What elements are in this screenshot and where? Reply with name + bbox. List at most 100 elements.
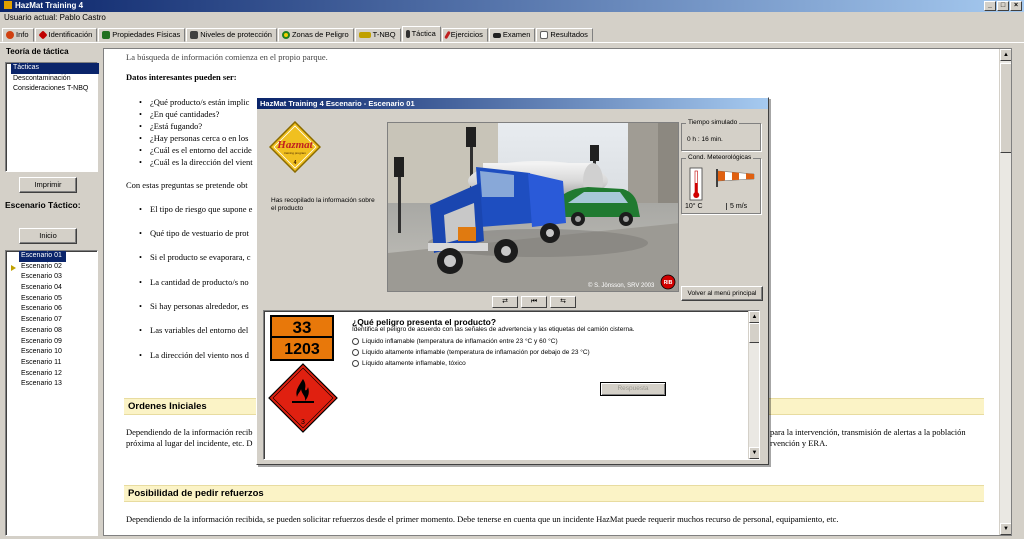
- teoria-list[interactable]: Tácticas Descontaminación Consideracione…: [5, 62, 99, 172]
- tab-ejercicios[interactable]: Ejercicios: [441, 28, 488, 42]
- tab-resultados[interactable]: Resultados: [536, 28, 593, 42]
- placard-class: 3: [301, 419, 305, 426]
- logo-text: Hazmat: [276, 139, 313, 151]
- tab-examen[interactable]: Examen: [488, 28, 536, 42]
- volver-menu-button[interactable]: Volver al menú principal: [681, 286, 763, 301]
- list-item: ¿Hay personas cerca o en los: [139, 133, 248, 143]
- list-item-escenario[interactable]: Escenario 01: [19, 251, 66, 262]
- list-item: Qué tipo de vestuario de prot: [139, 228, 249, 238]
- rotate-left-button[interactable]: ⇄: [492, 296, 518, 308]
- time-label: Tiempo simulado: [686, 119, 740, 126]
- rib-logo: RIB: [664, 280, 673, 286]
- scroll-up-button[interactable]: ▲: [1000, 49, 1011, 61]
- radio-button[interactable]: [352, 349, 359, 356]
- con-estas-text: Con estas preguntas se pretende obt: [126, 180, 248, 190]
- scroll-down-button[interactable]: ▼: [749, 447, 759, 459]
- list-item-escenario[interactable]: Escenario 03: [6, 272, 97, 283]
- window-titlebar: HazMat Training 4 _ □ ×: [0, 0, 1024, 12]
- radio-button[interactable]: [352, 338, 359, 345]
- radio-button[interactable]: [352, 360, 359, 367]
- tab-identificacion[interactable]: Identificación: [34, 28, 98, 42]
- truck-icon: [358, 32, 371, 38]
- weather-group: Cond. Meteorológicas 10° C 5 m/s: [681, 154, 761, 214]
- list-item-escenario[interactable]: Escenario 02: [6, 262, 97, 273]
- list-item: El tipo de riesgo que supone e: [139, 204, 253, 214]
- dialog-top-panel: Hazmat training program 4 Has recopilado…: [259, 110, 766, 308]
- tab-divider: [0, 42, 1024, 43]
- cap-icon: [492, 32, 501, 38]
- reset-view-button[interactable]: ⏮: [521, 296, 547, 308]
- pencil-icon: [443, 30, 451, 40]
- tab-niveles-proteccion[interactable]: Niveles de protección: [186, 28, 277, 42]
- list-item-escenario[interactable]: Escenario 06: [6, 304, 97, 315]
- current-user: Usuario actual: Pablo Castro: [4, 13, 106, 22]
- list-item: ¿Cuál es la dirección del vient: [139, 157, 253, 167]
- copyright-text: © S. Jönsson, SRV 2003: [588, 282, 655, 289]
- inicio-button[interactable]: Inicio: [19, 228, 77, 244]
- answer-option[interactable]: Líquido altamente inflamable (temperatur…: [352, 349, 590, 356]
- list-item-escenario[interactable]: Escenario 11: [6, 358, 97, 369]
- list-item-escenario[interactable]: Escenario 05: [6, 294, 97, 305]
- question-scrollbar[interactable]: ▲ ▼: [748, 311, 759, 459]
- info-message: Has recopilado la información sobre el p…: [271, 197, 375, 212]
- diamond-icon: [37, 30, 48, 40]
- list-item-descontaminacion[interactable]: Descontaminación: [6, 74, 97, 85]
- scroll-down-button[interactable]: ▼: [1000, 523, 1011, 535]
- scroll-thumb[interactable]: [1000, 63, 1011, 153]
- doc-scrollbar[interactable]: ▲ ▼: [999, 49, 1011, 535]
- list-item-escenario[interactable]: Escenario 04: [6, 283, 97, 294]
- tab-propiedades-fisicas[interactable]: Propiedades Físicas: [98, 28, 186, 42]
- person-icon: [405, 30, 410, 38]
- ordenes-text-2: próxima al lugar del incidente, etc. D: [126, 438, 253, 448]
- list-item: ¿Está fugando?: [139, 121, 202, 131]
- list-item-escenario[interactable]: Escenario 10: [6, 347, 97, 358]
- scroll-up-button[interactable]: ▲: [749, 311, 759, 323]
- list-item-escenario[interactable]: Escenario 13: [6, 379, 97, 390]
- escenario-title: Escenario Táctico:: [5, 200, 81, 210]
- answer-option[interactable]: Líquido inflamable (temperatura de infla…: [352, 338, 558, 345]
- weather-label: Cond. Meteorológicas: [686, 154, 754, 161]
- tab-zonas-peligro[interactable]: Zonas de Peligro: [277, 28, 354, 42]
- tab-t-nbq[interactable]: T-NBQ: [354, 28, 401, 42]
- tab-tactica[interactable]: Táctica: [401, 26, 441, 42]
- list-item-escenario[interactable]: Escenario 08: [6, 326, 97, 337]
- answer-option[interactable]: Líquido altamente inflamable, tóxico: [352, 360, 466, 367]
- dialog-title: HazMat Training 4 Escenario - Escenario …: [257, 98, 768, 109]
- tab-info[interactable]: Info: [2, 28, 34, 42]
- list-item: Si el producto se evaporara, c: [139, 252, 250, 262]
- rotate-right-button[interactable]: ⇆: [550, 296, 576, 308]
- scroll-thumb[interactable]: [749, 323, 759, 343]
- teoria-title: Teoría de táctica: [6, 47, 69, 56]
- respuesta-button[interactable]: Respuesta: [600, 382, 666, 396]
- maximize-button[interactable]: □: [997, 1, 1009, 11]
- list-item: La dirección del viento nos d: [139, 350, 249, 360]
- imprimir-button[interactable]: Imprimir: [19, 177, 77, 193]
- temperature-value: 10° C: [685, 203, 703, 210]
- list-item: ¿Qué producto/s están implic: [139, 97, 249, 107]
- time-value: 0 h : 16 min.: [687, 136, 723, 143]
- minimize-button[interactable]: _: [984, 1, 996, 11]
- scenario-dialog: HazMat Training 4 Escenario - Escenario …: [256, 97, 769, 465]
- un-number: 1203: [284, 341, 320, 358]
- list-item-escenario[interactable]: Escenario 09: [6, 337, 97, 348]
- main-tabs: Info Identificación Propiedades Físicas …: [2, 26, 594, 42]
- scenario-view[interactable]: © S. Jönsson, SRV 2003 RIB: [387, 122, 679, 292]
- ordenes-text-2-right: rvención y ERA.: [770, 438, 828, 448]
- close-button[interactable]: ×: [1010, 1, 1022, 11]
- list-item-consideraciones[interactable]: Consideraciones T-NBQ: [6, 84, 97, 95]
- list-item: ¿Cuál es el entorno del accide: [139, 145, 252, 155]
- list-item-escenario[interactable]: Escenario 07: [6, 315, 97, 326]
- hazard-plate: 33 1203: [270, 315, 334, 361]
- time-group: Tiempo simulado 0 h : 16 min.: [681, 119, 761, 151]
- escenario-list[interactable]: Escenario 01 Escenario 02 Escenario 03 E…: [5, 250, 98, 536]
- scene-image: © S. Jönsson, SRV 2003 RIB: [388, 123, 678, 291]
- app-icon: [4, 1, 12, 9]
- list-item: La cantidad de producto/s no: [139, 277, 249, 287]
- ordenes-text-1-right: para la intervención, transmisión de ale…: [770, 427, 966, 437]
- page-icon: [540, 31, 549, 39]
- info-icon: [6, 31, 14, 39]
- zone-icon: [281, 31, 290, 39]
- list-item-tacticas[interactable]: Tácticas: [11, 63, 99, 74]
- current-arrow-icon: [11, 264, 16, 271]
- list-item-escenario[interactable]: Escenario 12: [6, 369, 97, 380]
